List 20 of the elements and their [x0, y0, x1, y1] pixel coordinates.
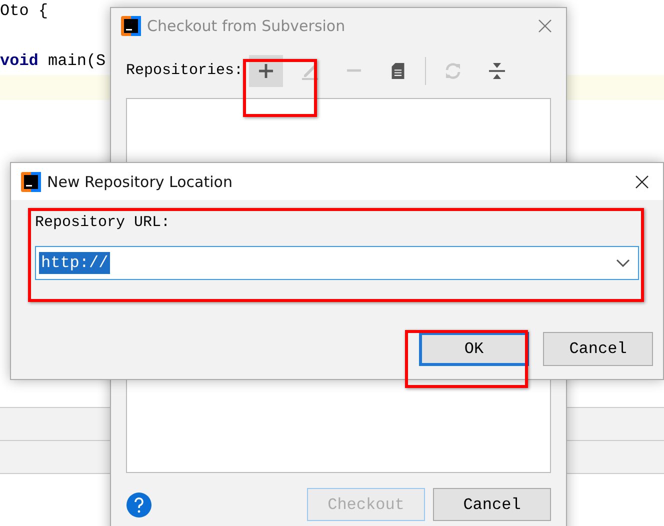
minus-icon: [346, 69, 362, 72]
repository-url-label: Repository URL:: [35, 214, 172, 231]
app-logo-icon: [121, 16, 141, 36]
repository-url-field[interactable]: http://: [35, 246, 639, 280]
add-tool-button[interactable]: [249, 54, 284, 86]
ok-button[interactable]: OK: [419, 332, 529, 366]
code-line-text: Oto {: [0, 2, 48, 20]
close-icon[interactable]: [635, 174, 649, 188]
cancel-button[interactable]: Cancel: [433, 488, 551, 521]
repositories-label: Repositories:: [126, 62, 244, 79]
dialog-title: Checkout from Subversion: [147, 16, 346, 34]
plus-icon: [257, 62, 276, 80]
document-icon: [390, 60, 406, 80]
code-line-text: void main(S: [0, 52, 106, 70]
cancel-button[interactable]: Cancel: [543, 332, 653, 366]
chevron-down-icon[interactable]: [616, 259, 630, 267]
app-logo-icon: [21, 172, 41, 192]
help-icon[interactable]: [126, 492, 152, 518]
dialog-title: New Repository Location: [47, 172, 232, 190]
collapse-icon: [487, 60, 508, 80]
